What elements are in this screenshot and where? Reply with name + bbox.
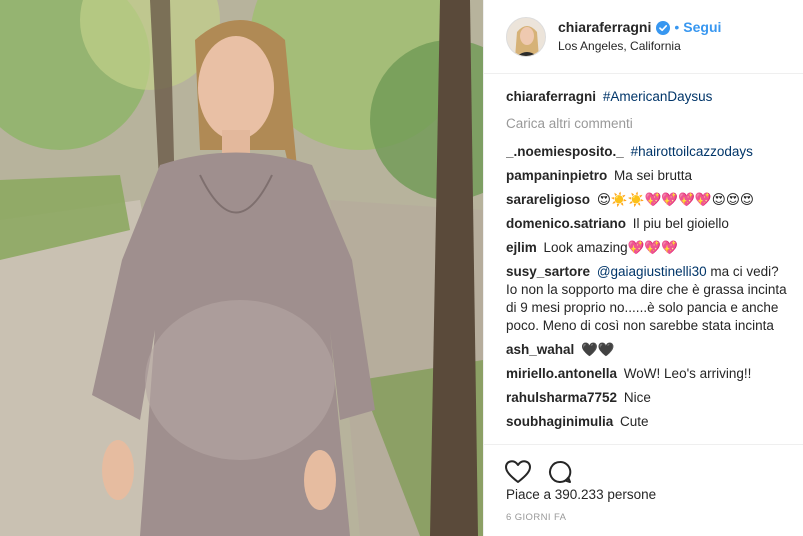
comment-username[interactable]: ash_wahal (506, 342, 574, 357)
comments-list[interactable]: chiaraferragni #AmericanDaysus Carica al… (506, 88, 789, 442)
post-header-top-row: chiaraferragni • Segui (558, 19, 721, 37)
post-username[interactable]: chiaraferragni (558, 19, 651, 37)
heart-icon (505, 459, 531, 483)
comment-text: Cute (620, 414, 649, 429)
post-header-text: chiaraferragni • Segui Los Angeles, Cali… (558, 19, 721, 54)
comment-username[interactable]: rahulsharma7752 (506, 390, 617, 405)
verified-badge-icon (656, 21, 671, 35)
comment-username[interactable]: sarareligioso (506, 192, 590, 207)
likes-count[interactable]: Piace a 390.233 persone (506, 487, 656, 502)
comment-text: 🖤🖤 (581, 342, 615, 357)
post-location[interactable]: Los Angeles, California (558, 39, 721, 54)
post-photo-illustration (0, 0, 483, 536)
post-timestamp: 6 GIORNI FA (506, 512, 567, 523)
caption-hashtag[interactable]: #AmericanDaysus (603, 89, 713, 104)
list-item: susy_sartore @gaiagiustinelli30 ma ci ve… (506, 263, 789, 335)
comment-text: WoW! Leo's arriving!! (623, 366, 752, 381)
comment-username[interactable]: _.noemiesposito._ (506, 144, 624, 159)
likes-text: Piace a 390.233 persone (506, 487, 657, 502)
avatar-image (507, 17, 545, 56)
list-item: rahulsharma7752 Nice (506, 389, 789, 407)
list-item: ash_wahal 🖤🖤 (506, 341, 789, 359)
avatar[interactable] (506, 16, 546, 57)
comment-text: Nice (623, 390, 651, 405)
header-separator: • (674, 19, 680, 36)
post-actions (484, 444, 803, 488)
comment-text: Ma sei brutta (614, 168, 693, 183)
list-item: miriello.antonella WoW! Leo's arriving!! (506, 365, 789, 383)
load-more-comments-button[interactable]: Carica altri commenti (506, 115, 789, 133)
post-header: chiaraferragni • Segui Los Angeles, Cali… (484, 0, 803, 74)
comment-text: Il piu bel gioiello (632, 216, 729, 231)
comment-username[interactable]: ejlim (506, 240, 537, 255)
list-item: sarareligioso 😍☀️☀️💖💖💖💖😍😍😍 (506, 191, 789, 209)
comment-username[interactable]: susy_sartore (506, 264, 590, 279)
list-item: ejlim Look amazing💖💖💖 (506, 239, 789, 257)
comment-username[interactable]: domenico.satriano (506, 216, 626, 231)
list-item: soubhaginimulia Cute (506, 413, 789, 431)
comment-username[interactable]: pampaninpietro (506, 168, 607, 183)
comment-text: 😍☀️☀️💖💖💖💖😍😍😍 (596, 192, 754, 207)
list-item: pampaninpietro Ma sei brutta (506, 167, 789, 185)
comment-mention[interactable]: @gaiagiustinelli30 (597, 264, 707, 279)
comment-bubble-icon (549, 460, 572, 483)
like-button[interactable] (504, 458, 532, 486)
post-side-panel: chiaraferragni • Segui Los Angeles, Cali… (483, 0, 803, 536)
comment-hashtag[interactable]: #hairottoilcazzodays (631, 144, 753, 159)
post-photo[interactable] (0, 0, 483, 536)
comment-username[interactable]: miriello.antonella (506, 366, 617, 381)
caption-username[interactable]: chiaraferragni (506, 89, 596, 104)
comment-button[interactable] (546, 458, 574, 486)
list-item: _.noemiesposito._ #hairottoilcazzodays (506, 143, 789, 161)
comment-username[interactable]: soubhaginimulia (506, 414, 613, 429)
follow-button[interactable]: Segui (683, 19, 721, 37)
caption: chiaraferragni #AmericanDaysus (506, 88, 789, 106)
comment-text: Look amazing💖💖💖 (543, 240, 679, 255)
list-item: domenico.satriano Il piu bel gioiello (506, 215, 789, 233)
